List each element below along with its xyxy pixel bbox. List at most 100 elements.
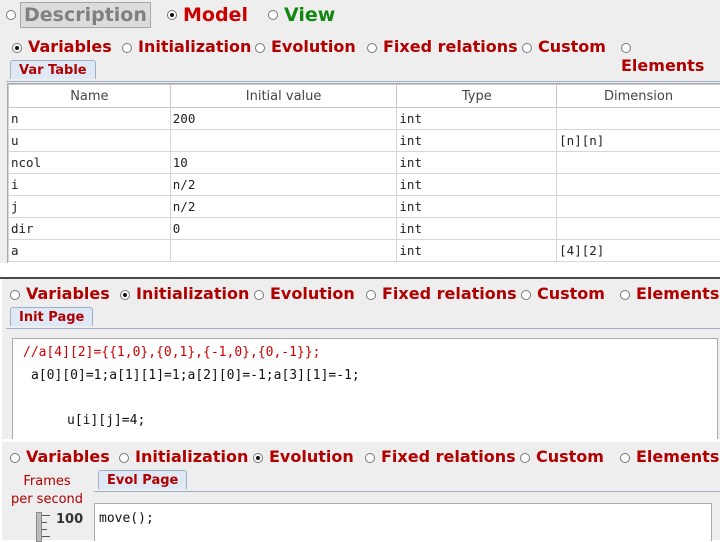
- cell-initial-value[interactable]: n/2: [170, 174, 397, 196]
- subtab-bar: Variables Initialization Evolution Fixed…: [0, 36, 720, 58]
- cell-dimension[interactable]: [557, 152, 720, 174]
- subtab-initialization[interactable]: Initialization: [122, 37, 251, 56]
- subtab-bar: Variables Initialization Evolution Fixed…: [2, 283, 720, 305]
- subtab-elements[interactable]: Elements: [620, 447, 719, 466]
- subtab-initialization[interactable]: Initialization: [120, 284, 249, 303]
- fixed-relations-radio[interactable]: [365, 453, 375, 463]
- col-header-type[interactable]: Type: [397, 85, 557, 108]
- subtab-fixed-relations[interactable]: Fixed relations: [366, 284, 517, 303]
- elements-radio[interactable]: [620, 290, 630, 300]
- cell-dimension[interactable]: [557, 196, 720, 218]
- cell-name[interactable]: j: [9, 196, 171, 218]
- cell-name[interactable]: n: [9, 108, 171, 130]
- table-row[interactable]: u int[n][n]: [9, 130, 720, 152]
- cell-initial-value[interactable]: 10: [170, 152, 397, 174]
- cell-initial-value[interactable]: [170, 240, 397, 262]
- subtab-custom[interactable]: Custom: [522, 37, 606, 56]
- subtab-evolution[interactable]: Evolution: [253, 447, 354, 466]
- subtab-initialization-label: Initialization: [136, 284, 249, 303]
- table-header-row: Name Initial value Type Dimension: [9, 85, 720, 108]
- table-row[interactable]: jn/2int: [9, 196, 720, 218]
- table-row[interactable]: n200int: [9, 108, 720, 130]
- description-radio[interactable]: [6, 10, 16, 20]
- subtab-elements[interactable]: Elements: [621, 37, 720, 75]
- subtab-variables[interactable]: Variables: [10, 284, 110, 303]
- variables-radio[interactable]: [12, 43, 22, 53]
- cell-type[interactable]: int: [397, 240, 557, 262]
- subtab-elements[interactable]: Elements: [620, 284, 719, 303]
- evolution-radio[interactable]: [255, 43, 265, 53]
- cell-initial-value[interactable]: n/2: [170, 196, 397, 218]
- evolution-radio[interactable]: [254, 290, 264, 300]
- subtab-evolution[interactable]: Evolution: [254, 284, 355, 303]
- cell-dimension[interactable]: [4][2]: [557, 240, 720, 262]
- initialization-radio[interactable]: [119, 453, 129, 463]
- subtab-evolution-label: Evolution: [269, 447, 354, 466]
- custom-radio[interactable]: [520, 453, 530, 463]
- fps-slider-track[interactable]: [36, 512, 42, 542]
- cell-name[interactable]: a: [9, 240, 171, 262]
- table-row[interactable]: a int[4][2]: [9, 240, 720, 262]
- cell-dimension[interactable]: [n][n]: [557, 130, 720, 152]
- tab-underline: [94, 491, 720, 492]
- subtab-initialization[interactable]: Initialization: [119, 447, 248, 466]
- subtab-custom[interactable]: Custom: [521, 284, 605, 303]
- model-radio[interactable]: [167, 10, 177, 20]
- custom-radio[interactable]: [522, 43, 532, 53]
- cell-dimension[interactable]: [557, 218, 720, 240]
- evol-code-editor[interactable]: move();: [94, 503, 712, 541]
- cell-name[interactable]: i: [9, 174, 171, 196]
- top-tab-view[interactable]: View: [268, 4, 335, 26]
- subtab-custom[interactable]: Custom: [520, 447, 604, 466]
- top-tab-model[interactable]: Model: [167, 4, 248, 26]
- cell-type[interactable]: int: [397, 152, 557, 174]
- col-header-dimension[interactable]: Dimension: [557, 85, 720, 108]
- page-tab-evol-page[interactable]: Evol Page: [98, 470, 187, 489]
- elements-radio[interactable]: [621, 43, 631, 53]
- subtab-fixed-relations[interactable]: Fixed relations: [367, 37, 518, 56]
- cell-initial-value[interactable]: 200: [170, 108, 397, 130]
- initialization-radio[interactable]: [120, 290, 130, 300]
- subtab-elements-label: Elements: [636, 447, 719, 466]
- subtab-variables-label: Variables: [26, 447, 110, 466]
- page-tab-init-page[interactable]: Init Page: [10, 307, 93, 326]
- cell-type[interactable]: int: [397, 108, 557, 130]
- fixed-relations-radio[interactable]: [367, 43, 377, 53]
- variables-radio[interactable]: [10, 290, 20, 300]
- evolution-radio[interactable]: [253, 453, 263, 463]
- elements-radio[interactable]: [620, 453, 630, 463]
- fps-slider-tick: [42, 522, 47, 523]
- cell-initial-value[interactable]: 0: [170, 218, 397, 240]
- fixed-relations-radio[interactable]: [366, 290, 376, 300]
- cell-name[interactable]: u: [9, 130, 171, 152]
- variables-radio[interactable]: [10, 453, 20, 463]
- cell-type[interactable]: int: [397, 130, 557, 152]
- cell-type[interactable]: int: [397, 218, 557, 240]
- subtab-custom-label: Custom: [537, 284, 605, 303]
- subtab-initialization-label: Initialization: [138, 37, 251, 56]
- table-row[interactable]: in/2int: [9, 174, 720, 196]
- fps-slider-tick: [42, 529, 47, 530]
- page-tab-var-table[interactable]: Var Table: [10, 60, 96, 79]
- subtab-initialization-label: Initialization: [135, 447, 248, 466]
- subtab-evolution[interactable]: Evolution: [255, 37, 356, 56]
- top-tab-description[interactable]: Description: [6, 2, 151, 30]
- subtab-fixed-relations[interactable]: Fixed relations: [365, 447, 516, 466]
- cell-type[interactable]: int: [397, 174, 557, 196]
- table-row[interactable]: dir0int: [9, 218, 720, 240]
- init-code-editor[interactable]: //a[4][2]={{1,0},{0,1},{-1,0},{0,-1}}; a…: [12, 338, 718, 441]
- subtab-variables[interactable]: Variables: [12, 37, 112, 56]
- col-header-name[interactable]: Name: [9, 85, 171, 108]
- cell-dimension[interactable]: [557, 174, 720, 196]
- cell-initial-value[interactable]: [170, 130, 397, 152]
- cell-type[interactable]: int: [397, 196, 557, 218]
- view-radio[interactable]: [268, 10, 278, 20]
- table-row[interactable]: ncol10int: [9, 152, 720, 174]
- custom-radio[interactable]: [521, 290, 531, 300]
- cell-dimension[interactable]: [557, 108, 720, 130]
- initialization-radio[interactable]: [122, 43, 132, 53]
- subtab-variables[interactable]: Variables: [10, 447, 110, 466]
- col-header-initial-value[interactable]: Initial value: [170, 85, 397, 108]
- cell-name[interactable]: ncol: [9, 152, 171, 174]
- cell-name[interactable]: dir: [9, 218, 171, 240]
